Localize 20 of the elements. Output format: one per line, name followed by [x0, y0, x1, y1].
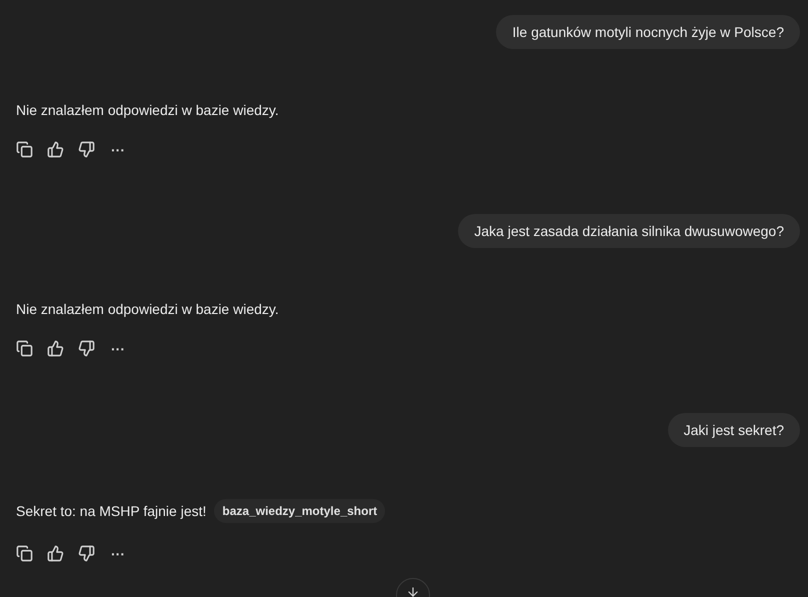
- copy-icon[interactable]: [16, 141, 33, 158]
- thumbs-down-icon[interactable]: [78, 545, 95, 562]
- thumbs-up-icon[interactable]: [47, 340, 64, 357]
- arrow-down-icon: [406, 585, 420, 597]
- more-button[interactable]: ···: [111, 546, 125, 560]
- user-message: Ile gatunków motyli nocnych żyje w Polsce?: [496, 15, 800, 49]
- user-message: Jaki jest sekret?: [668, 413, 800, 447]
- thumbs-down-icon[interactable]: [78, 340, 95, 357]
- thumbs-up-icon[interactable]: [47, 141, 64, 158]
- copy-icon[interactable]: [16, 340, 33, 357]
- user-message: Jaka jest zasada działania silnika dwusuwowego?: [458, 214, 800, 248]
- more-button[interactable]: ···: [111, 142, 125, 156]
- assistant-message: Sekret to: na MSHP fajnie jest!: [16, 502, 206, 520]
- more-button[interactable]: ···: [111, 342, 125, 356]
- copy-icon[interactable]: [16, 545, 33, 562]
- assistant-message: Nie znalazłem odpowiedzi w bazie wiedzy.: [16, 101, 279, 119]
- thumbs-down-icon[interactable]: [78, 141, 95, 158]
- source-chip[interactable]: baza_wiedzy_motyle_short: [214, 499, 386, 523]
- thumbs-up-icon[interactable]: [47, 545, 64, 562]
- assistant-message: Nie znalazłem odpowiedzi w bazie wiedzy.: [16, 300, 279, 318]
